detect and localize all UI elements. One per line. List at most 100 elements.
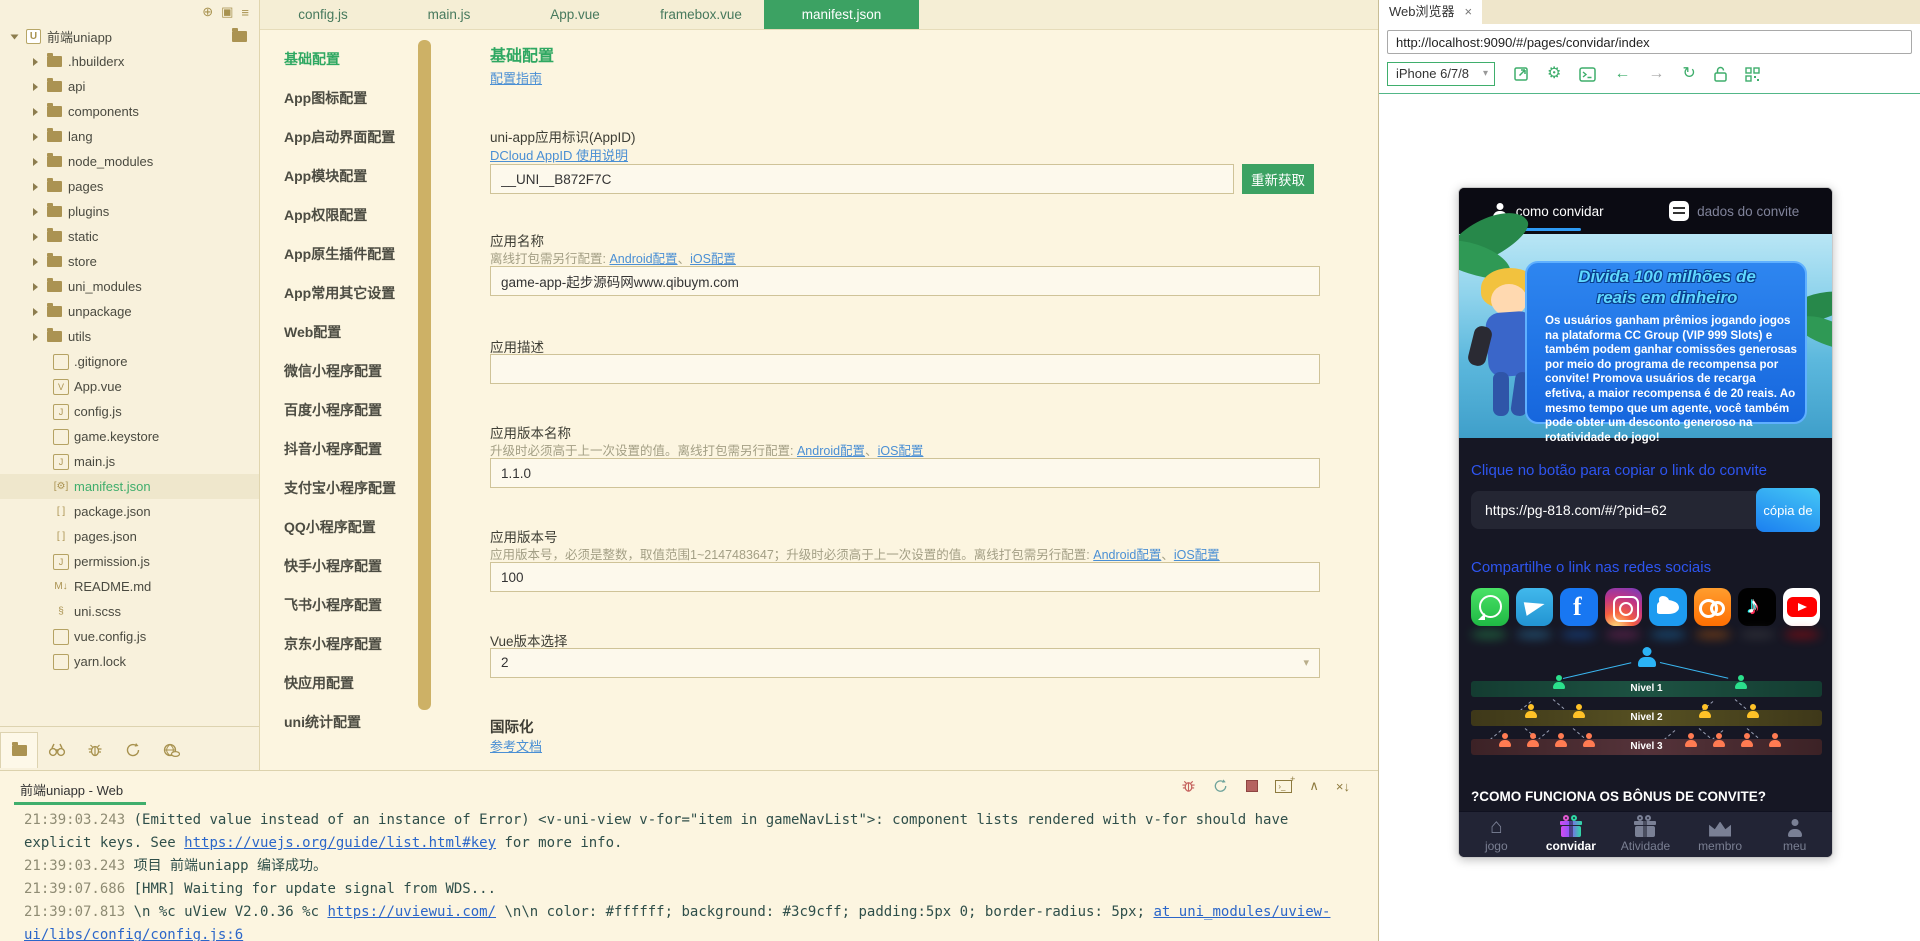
social-icon[interactable] <box>1738 588 1776 626</box>
device-select[interactable]: iPhone 6/7/8 ▾ <box>1387 62 1495 86</box>
social-icon[interactable] <box>1649 588 1687 626</box>
ios-config-link[interactable]: iOS配置 <box>878 444 924 458</box>
tree-folder-row[interactable]: api <box>0 74 259 99</box>
stop-icon[interactable] <box>1246 780 1259 792</box>
tree-file-row[interactable]: [ ] package.json <box>0 499 259 524</box>
config-nav-item[interactable]: uni统计配置 <box>260 703 418 742</box>
config-nav-item[interactable]: App模块配置 <box>260 157 418 196</box>
config-nav-item[interactable]: App启动界面配置 <box>260 118 418 157</box>
config-nav-item[interactable]: Web配置 <box>260 313 418 352</box>
tree-folder-row[interactable]: store <box>0 249 259 274</box>
devtools-console-icon[interactable] <box>1579 66 1597 82</box>
social-icon[interactable] <box>1560 588 1598 626</box>
tree-file-row[interactable]: J permission.js <box>0 549 259 574</box>
tree-folder-row[interactable]: components <box>0 99 259 124</box>
appid-input[interactable] <box>490 164 1234 194</box>
config-nav-item[interactable]: QQ小程序配置 <box>260 508 418 547</box>
version-code-input[interactable] <box>490 562 1320 592</box>
editor-tab[interactable]: App.vue <box>512 0 638 29</box>
config-nav-item[interactable]: App原生插件配置 <box>260 235 418 274</box>
collapse-icon[interactable]: ∧ <box>1309 778 1319 794</box>
config-nav-item[interactable]: 基础配置 <box>260 40 418 79</box>
tree-file-row[interactable]: yarn.lock <box>0 649 259 674</box>
tree-folder-row[interactable]: node_modules <box>0 149 259 174</box>
console-tab[interactable]: 前端uniapp - Web <box>20 780 123 799</box>
vue-version-select[interactable]: 2 ▾ <box>490 648 1320 678</box>
config-nav-item[interactable]: App图标配置 <box>260 79 418 118</box>
editor-tab[interactable]: config.js <box>260 0 386 29</box>
i18n-doc-link[interactable]: 参考文档 <box>490 736 1322 755</box>
social-icon[interactable] <box>1604 588 1642 626</box>
social-icon[interactable] <box>1515 588 1553 626</box>
close-icon[interactable]: × <box>1465 0 1473 24</box>
tree-folder-row[interactable]: utils <box>0 324 259 349</box>
config-nav-item[interactable]: App权限配置 <box>260 196 418 235</box>
tree-folder-row[interactable]: static <box>0 224 259 249</box>
tree-file-row[interactable]: [ ] pages.json <box>0 524 259 549</box>
app-name-input[interactable] <box>490 266 1320 296</box>
url-input[interactable] <box>1387 30 1912 54</box>
config-nav-item[interactable]: App常用其它设置 <box>260 274 418 313</box>
social-icon[interactable] <box>1693 588 1731 626</box>
config-nav-item[interactable]: 飞书小程序配置 <box>260 586 418 625</box>
tree-file-row[interactable]: V App.vue <box>0 374 259 399</box>
tree-folder-row[interactable]: uni_modules <box>0 274 259 299</box>
menu-icon[interactable]: ≡ <box>241 5 249 20</box>
tree-file-row[interactable]: M↓ README.md <box>0 574 259 599</box>
nav-item-convidar[interactable]: convidar <box>1534 812 1609 857</box>
collapse-all-icon[interactable]: ▣ <box>221 4 233 20</box>
files-tab[interactable] <box>0 731 38 768</box>
nav-item-jogo[interactable]: ⌂ jogo <box>1459 812 1534 857</box>
debug-icon[interactable] <box>1181 778 1196 794</box>
search-tab[interactable] <box>38 732 76 768</box>
editor-tab[interactable]: framebox.vue <box>638 0 764 29</box>
app-desc-input[interactable] <box>490 354 1320 384</box>
clear-log-icon[interactable]: ×↓ <box>1336 779 1350 794</box>
android-config-link[interactable]: Android配置 <box>609 252 677 266</box>
tree-folder-row[interactable]: plugins <box>0 199 259 224</box>
debug-tab[interactable] <box>76 732 114 768</box>
copy-link-button[interactable]: cópia de <box>1756 488 1820 532</box>
editor-tab[interactable]: main.js <box>386 0 512 29</box>
tree-file-row[interactable]: J main.js <box>0 449 259 474</box>
project-row[interactable]: U 前端uniapp <box>0 24 259 49</box>
log-link[interactable]: https://uviewui.com/ <box>327 904 496 920</box>
tree-folder-row[interactable]: unpackage <box>0 299 259 324</box>
tree-folder-row[interactable]: .hbuilderx <box>0 49 259 74</box>
tree-file-row[interactable]: vue.config.js <box>0 624 259 649</box>
tree-file-row[interactable]: [⚙] manifest.json <box>0 474 259 499</box>
tree-folder-row[interactable]: pages <box>0 174 259 199</box>
android-config-link[interactable]: Android配置 <box>1093 548 1161 562</box>
config-nav-item[interactable]: 百度小程序配置 <box>260 391 418 430</box>
ios-config-link[interactable]: iOS配置 <box>1174 548 1220 562</box>
scrollbar[interactable] <box>418 40 431 710</box>
forward-arrow-icon[interactable]: → <box>1648 66 1664 82</box>
social-icon[interactable] <box>1782 588 1820 626</box>
android-config-link[interactable]: Android配置 <box>797 444 865 458</box>
nav-item-atividade[interactable]: Atividade <box>1608 812 1683 857</box>
web-tab[interactable] <box>152 732 190 768</box>
ios-config-link[interactable]: iOS配置 <box>690 252 736 266</box>
nav-item-membro[interactable]: membro <box>1683 812 1758 857</box>
config-nav-item[interactable]: 支付宝小程序配置 <box>260 469 418 508</box>
config-nav-item[interactable]: 快手小程序配置 <box>260 547 418 586</box>
refresh-appid-button[interactable]: 重新获取 <box>1242 164 1314 194</box>
new-terminal-icon[interactable]: ›_ <box>1275 774 1295 793</box>
tree-file-row[interactable]: .gitignore <box>0 349 259 374</box>
tree-file-row[interactable]: § uni.scss <box>0 599 259 624</box>
refresh-icon[interactable]: ↻ <box>1682 66 1695 82</box>
sync-tab[interactable] <box>114 732 152 768</box>
locate-icon[interactable]: ⊕ <box>202 4 213 20</box>
back-arrow-icon[interactable]: ← <box>1614 66 1630 82</box>
config-guide-link[interactable]: 配置指南 <box>490 68 1322 87</box>
browser-tab[interactable]: Web浏览器 × <box>1379 0 1483 24</box>
tree-file-row[interactable]: game.keystore <box>0 424 259 449</box>
tree-file-row[interactable]: J config.js <box>0 399 259 424</box>
log-link[interactable]: https://vuejs.org/guide/list.html#key <box>184 835 496 851</box>
version-name-input[interactable] <box>490 458 1320 488</box>
config-nav-item[interactable]: 快应用配置 <box>260 664 418 703</box>
lock-icon[interactable] <box>1714 66 1727 82</box>
settings-gear-icon[interactable]: ⚙ <box>1547 66 1561 82</box>
open-external-icon[interactable] <box>1513 66 1529 82</box>
config-nav-item[interactable]: 京东小程序配置 <box>260 625 418 664</box>
